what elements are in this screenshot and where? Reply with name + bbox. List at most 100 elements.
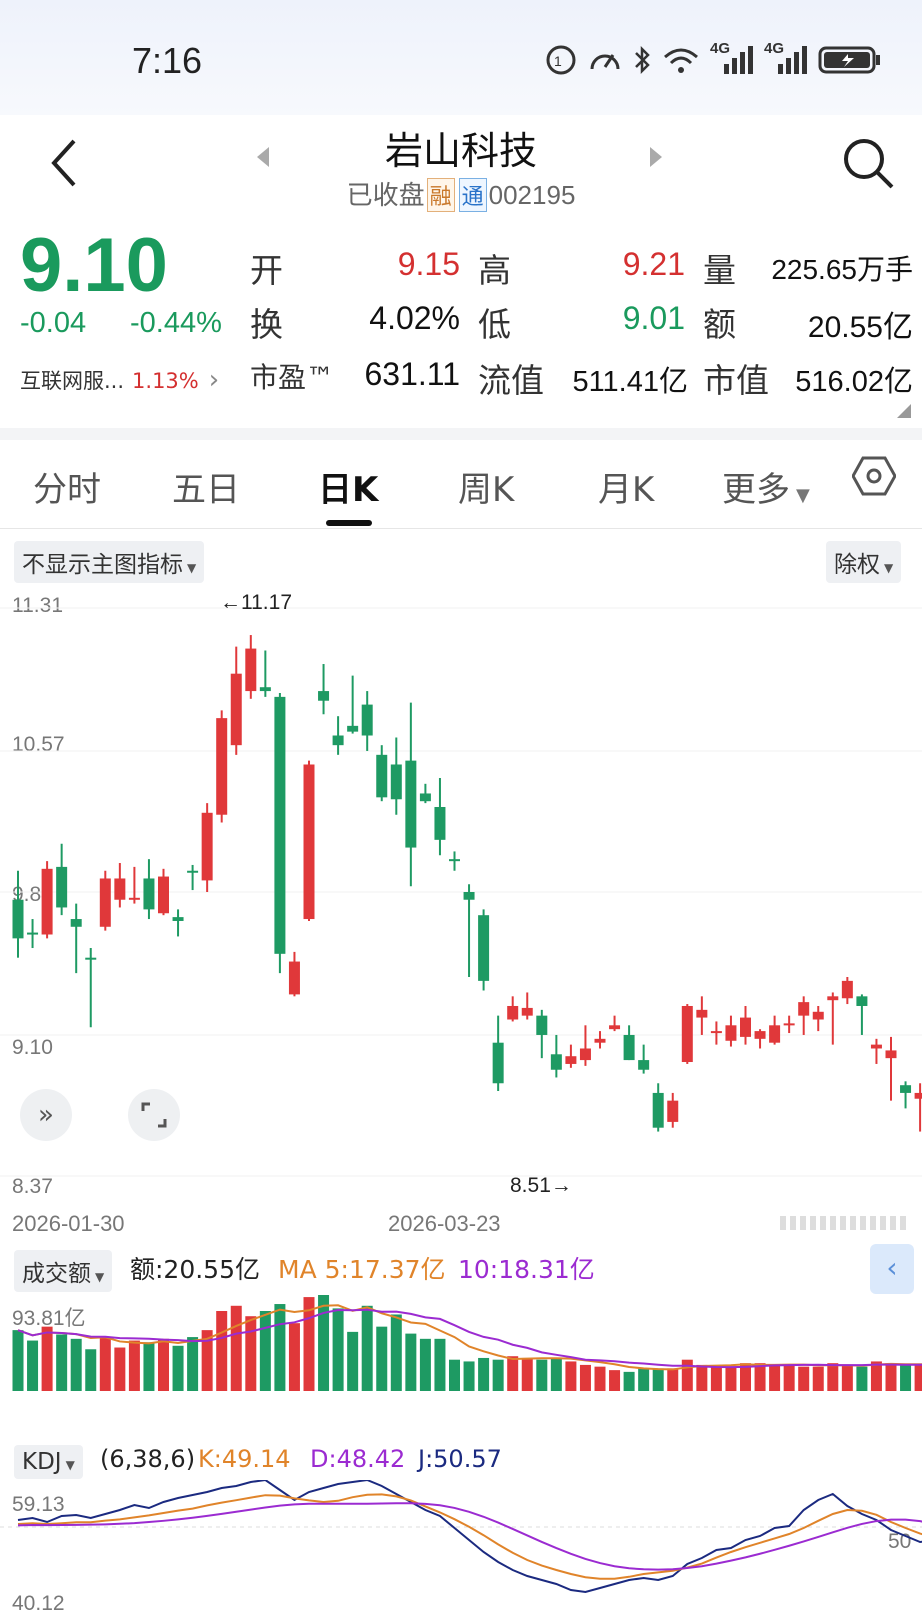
fullscreen-icon — [141, 1102, 167, 1128]
volume-bar — [681, 1359, 693, 1391]
turnover-value: 4.02% — [369, 300, 460, 336]
mcap-value: 516.02亿 — [795, 366, 913, 398]
kdj-chart[interactable] — [0, 1480, 922, 1615]
candle-body — [900, 1085, 912, 1093]
candle-body — [609, 1025, 621, 1030]
candle-body — [288, 961, 300, 995]
tabs-divider — [0, 528, 922, 529]
low-value: 9.01 — [622, 300, 685, 336]
candle-body — [405, 760, 417, 848]
candle-body — [332, 735, 344, 746]
expand-corner-icon[interactable] — [897, 404, 911, 418]
candle-body — [216, 718, 228, 815]
low-label: 低 — [478, 305, 511, 344]
volume-bar — [216, 1311, 228, 1391]
signal-4g-icon: 4G — [710, 40, 754, 76]
volume-bar — [419, 1338, 431, 1391]
candle-body — [41, 868, 53, 935]
adjust-dropdown[interactable]: 除权 ▼ — [826, 541, 902, 583]
min-price-marker: 8.51→ — [510, 1174, 572, 1197]
candle-body — [681, 1005, 693, 1063]
volume-bar — [652, 1368, 664, 1391]
volume-indicator-dropdown[interactable]: 成交额 ▼ — [14, 1250, 113, 1292]
tab-daily-k[interactable]: 日K — [318, 462, 378, 511]
adjust-label: 除权 — [834, 552, 880, 578]
candle-body — [652, 1092, 664, 1128]
amount-value: 20.55亿 — [807, 311, 913, 344]
current-price: 9.10 — [20, 223, 168, 308]
candle-body — [463, 892, 475, 900]
volume-bar — [56, 1334, 68, 1391]
volume-bar — [798, 1366, 810, 1391]
kdj-d-line — [17, 1502, 922, 1571]
volume-bar — [332, 1308, 344, 1391]
volume-bar — [710, 1366, 722, 1391]
candle-body — [274, 696, 286, 954]
candle-body — [725, 1025, 737, 1041]
status-time: 7:16 — [132, 40, 203, 81]
indicator-label: 不显示主图指标 — [22, 552, 183, 578]
candle-body — [579, 1048, 591, 1061]
svg-text:1: 1 — [554, 53, 562, 69]
search-icon[interactable] — [840, 135, 896, 191]
collapse-panel-button[interactable]: ‹ — [870, 1244, 914, 1294]
settings-hex-icon[interactable] — [852, 454, 896, 498]
caret-down-icon: ▼ — [95, 1270, 105, 1284]
candle-body — [390, 764, 402, 800]
indicator-dropdown[interactable]: 不显示主图指标 ▼ — [14, 541, 205, 583]
next-stock-icon[interactable] — [648, 145, 664, 169]
candle-body — [710, 1031, 722, 1034]
candle-body — [856, 996, 868, 1006]
volume-bar — [885, 1363, 897, 1391]
volume-bar — [230, 1305, 242, 1391]
tab-five-day[interactable]: 五日 — [172, 462, 240, 511]
candle-body — [85, 957, 97, 960]
amount-label: 额 — [703, 305, 736, 344]
candle-body — [449, 859, 460, 862]
volume-bar — [638, 1368, 650, 1391]
double-chevron-right-icon: » — [38, 1100, 54, 1130]
volume-bar — [27, 1340, 39, 1391]
candle-body — [99, 878, 111, 927]
volume-bar — [245, 1316, 257, 1391]
kdj-dropdown[interactable]: KDJ ▼ — [14, 1445, 83, 1479]
pe-value: 631.11 — [364, 356, 461, 392]
volume-indicator-label: 成交额 — [22, 1261, 91, 1287]
volume-bar — [434, 1338, 446, 1391]
kdj-j-line — [17, 1480, 922, 1594]
tab-more[interactable]: 更多 ▼ — [722, 462, 810, 511]
expand-chart-button[interactable]: » — [20, 1089, 72, 1141]
sector-link[interactable]: 互联网服... 1.13% › — [20, 365, 219, 395]
candle-body — [565, 1056, 577, 1064]
candle-body — [245, 648, 257, 692]
volume-bar — [12, 1330, 24, 1391]
stock-code: 002195 — [488, 180, 576, 210]
volume-value: 225.65万手 — [771, 254, 913, 285]
stock-header: 岩山科技 已收盘融通 002195 — [0, 115, 922, 220]
volume-bar — [259, 1311, 271, 1391]
volume-bar — [288, 1323, 300, 1391]
candle-body — [12, 899, 24, 939]
stock-subtitle: 已收盘融通 002195 — [0, 175, 922, 212]
fullscreen-button[interactable] — [128, 1089, 180, 1141]
volume-bar — [376, 1326, 388, 1391]
volume-bar — [521, 1357, 533, 1391]
volume-bar — [900, 1364, 912, 1391]
volume-bar — [187, 1337, 199, 1391]
battery-icon — [818, 46, 880, 74]
volume-bar — [623, 1371, 635, 1391]
net-label-1: 4G — [710, 40, 731, 57]
status-bar: 7:16 1 4G 4G — [0, 0, 922, 115]
float-value: 511.41亿 — [572, 366, 688, 398]
tab-weekly-k[interactable]: 周K — [458, 462, 514, 511]
candle-body — [667, 1100, 679, 1122]
candle-body — [27, 932, 39, 935]
price-change-pct: -0.44% — [130, 307, 222, 339]
tab-intraday[interactable]: 分时 — [33, 462, 101, 511]
high-label: 高 — [478, 251, 511, 290]
tab-monthly-k[interactable]: 月K — [598, 462, 654, 511]
candle-body — [783, 1023, 795, 1026]
volume-bar — [274, 1304, 286, 1391]
volume-bar — [143, 1342, 155, 1391]
volume-chart[interactable] — [0, 1295, 922, 1435]
